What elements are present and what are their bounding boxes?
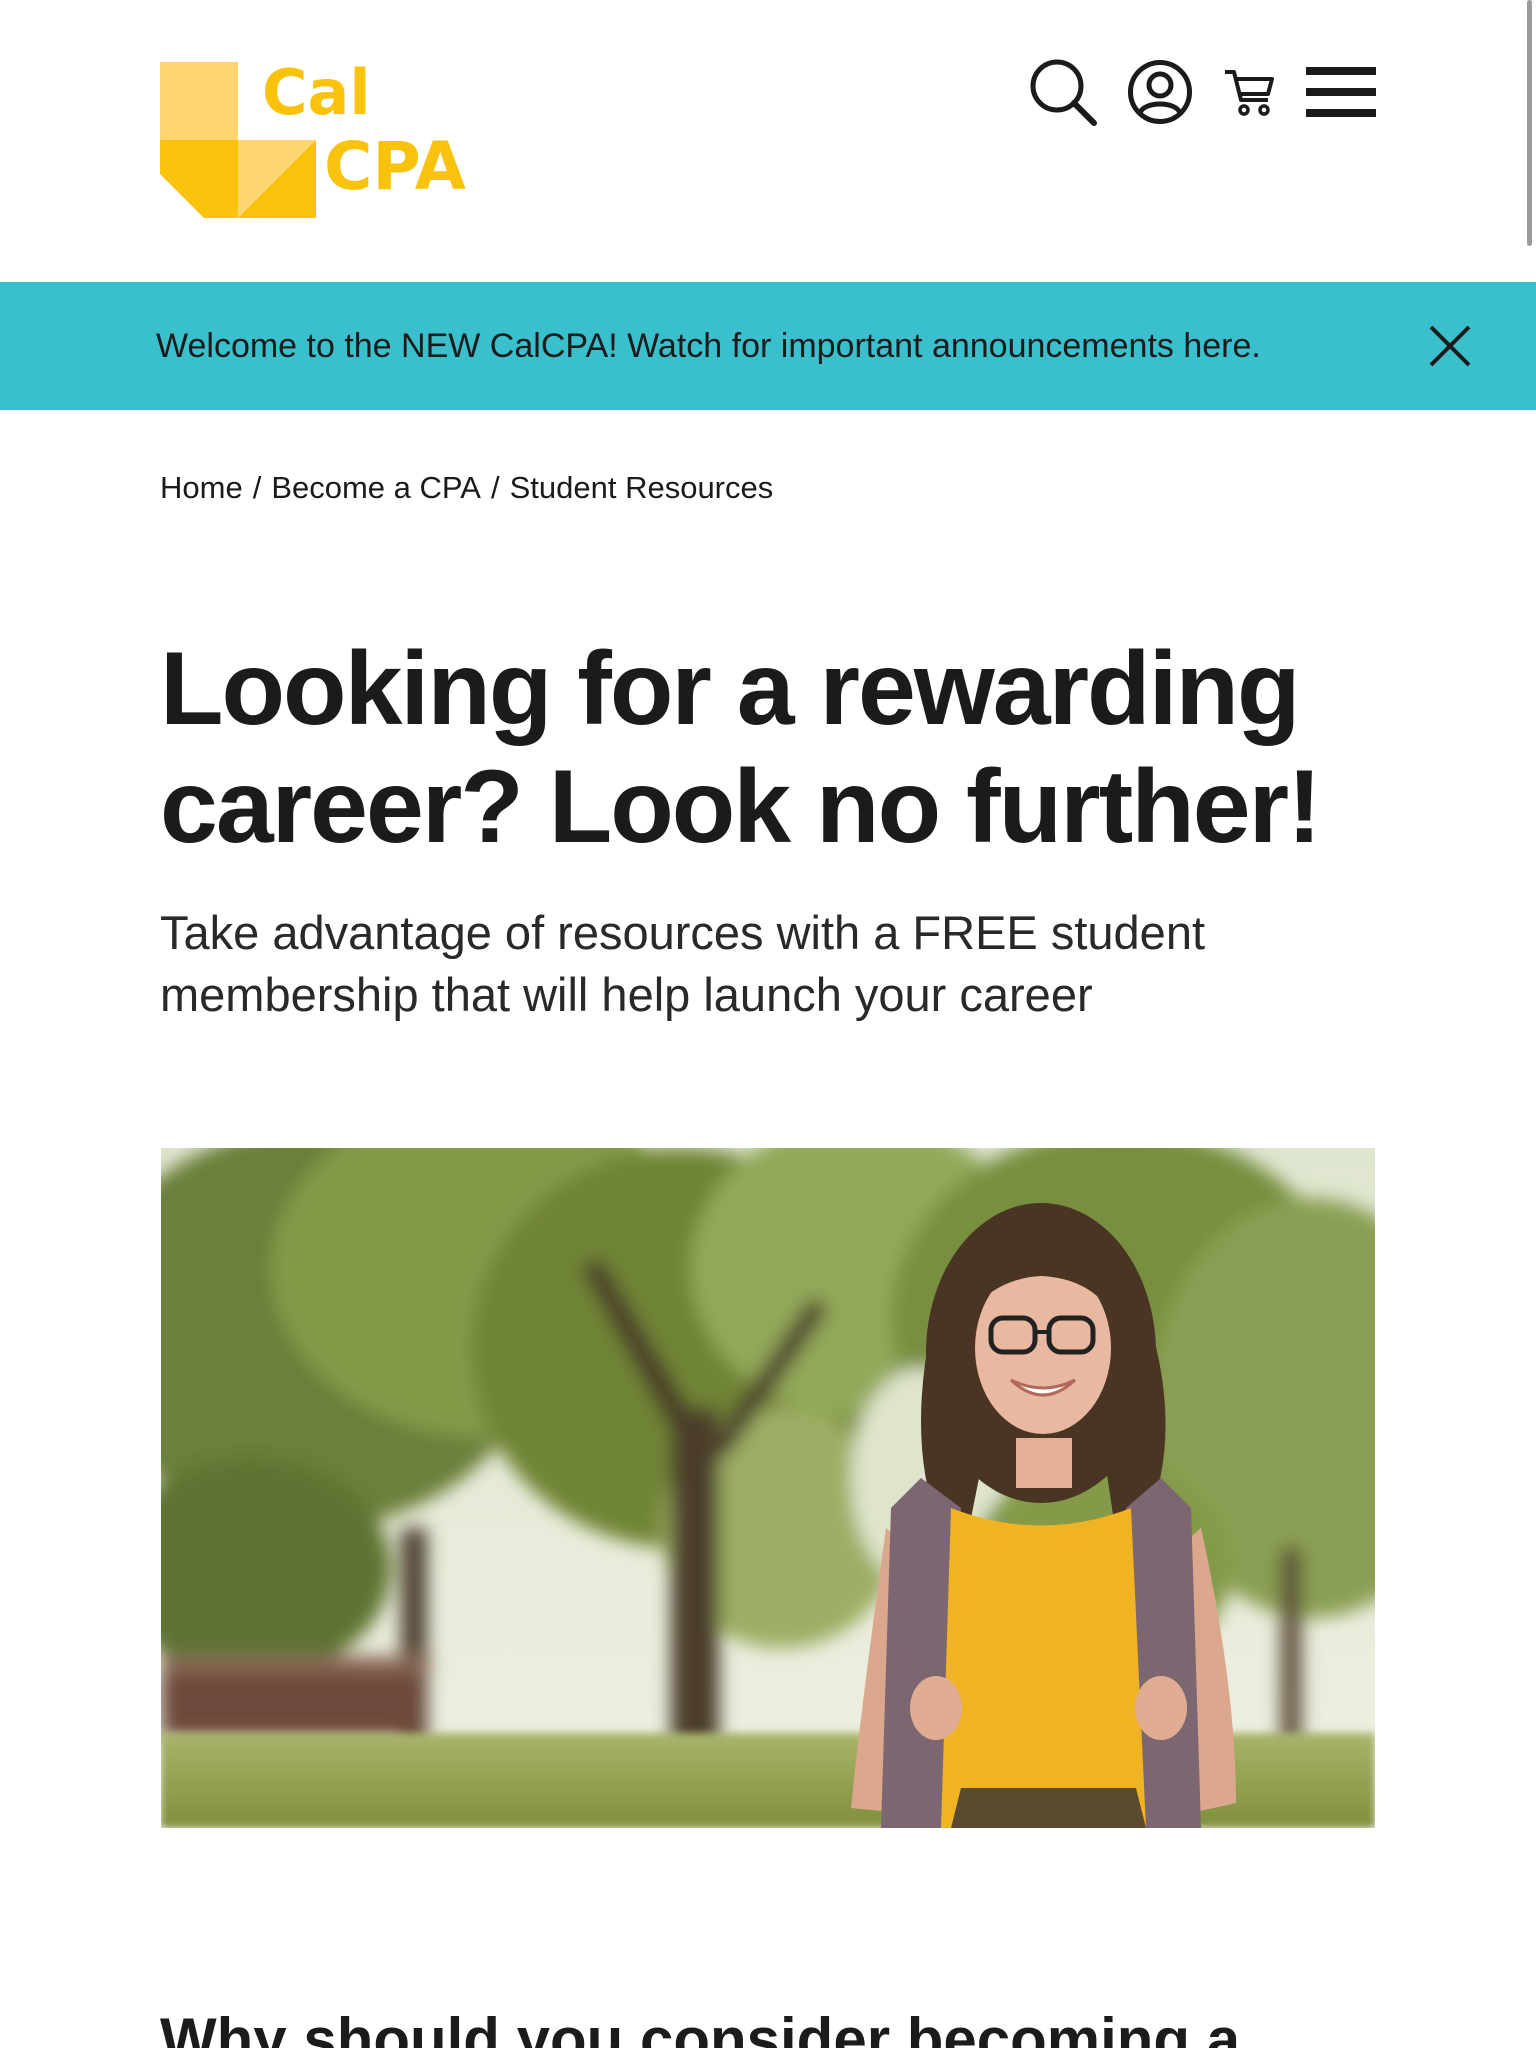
logo-text-line2: CPA <box>324 128 466 205</box>
site-header: Cal CPA <box>0 0 1536 282</box>
menu-icon <box>1306 67 1376 117</box>
account-icon <box>1128 60 1192 124</box>
breadcrumb-separator: / <box>490 470 500 505</box>
search-icon <box>1030 59 1097 126</box>
breadcrumb-home[interactable]: Home <box>160 470 243 505</box>
breadcrumb-current: Student Resources <box>509 470 774 505</box>
announcement-bar: Welcome to the NEW CalCPA! Watch for imp… <box>0 282 1536 410</box>
account-button[interactable] <box>1126 58 1194 126</box>
student-photo-illustration <box>161 1148 1375 1828</box>
header-tools <box>1028 52 1376 132</box>
logo-text-line1: Cal <box>262 56 371 129</box>
scrollbar-thumb[interactable] <box>1527 0 1532 246</box>
calcpa-logo[interactable]: Cal CPA <box>160 62 490 222</box>
section-heading: Why should you consider becoming a <box>160 2006 1241 2048</box>
close-icon <box>1429 325 1471 367</box>
breadcrumb-become-a-cpa[interactable]: Become a CPA <box>271 470 481 505</box>
menu-button[interactable] <box>1306 65 1376 119</box>
page-subtitle: Take advantage of resources with a FREE … <box>160 906 1206 1021</box>
cart-button[interactable] <box>1222 64 1278 120</box>
cart-icon <box>1225 70 1274 116</box>
page: Cal CPA Welcome to the NEW CalCPA! Watch… <box>0 0 1536 2048</box>
announcement-text: Welcome to the NEW CalCPA! Watch for imp… <box>156 327 1261 365</box>
breadcrumb: Home / Become a CPA / Student Resources <box>160 468 773 508</box>
breadcrumb-separator: / <box>252 470 262 505</box>
page-title: Looking for a rewarding career? Look no … <box>160 631 1322 865</box>
search-button[interactable] <box>1028 57 1098 127</box>
hero-photo <box>161 1148 1375 1828</box>
announcement-close-button[interactable] <box>1428 324 1472 368</box>
